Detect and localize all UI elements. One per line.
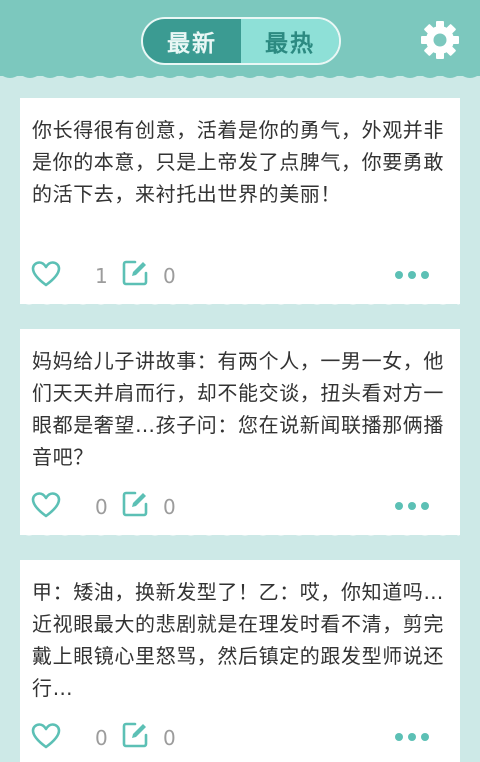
post-actions: 0 0: [20, 720, 460, 756]
top-bar: 最新 最热: [0, 0, 480, 76]
comment-count: 0: [163, 264, 176, 288]
tab-newest[interactable]: 最新: [143, 19, 241, 63]
post-actions: 1 0: [20, 258, 460, 294]
post-text: 妈妈给儿子讲故事：有两个人，一男一女，他们天天并肩而行，却不能交谈，扭头看对方一…: [32, 349, 444, 469]
comment-edit-icon[interactable]: [121, 490, 149, 518]
post-actions: 0 0: [20, 489, 460, 525]
comment-edit-icon[interactable]: [121, 721, 149, 749]
post-card[interactable]: 甲：矮油，换新发型了！乙：哎，你知道吗…近视眼最大的悲剧就是在理发时看不清，剪完…: [20, 560, 460, 762]
card-wave-edge: [20, 298, 460, 305]
post-card[interactable]: 妈妈给儿子讲故事：有两个人，一男一女，他们天天并肩而行，却不能交谈，扭头看对方一…: [20, 329, 460, 536]
comment-count: 0: [163, 726, 176, 750]
comment-edit-icon[interactable]: [121, 259, 149, 287]
more-options-icon[interactable]: [394, 501, 430, 511]
heart-icon[interactable]: [31, 722, 61, 750]
more-options-icon[interactable]: [394, 732, 430, 742]
tab-switcher: 最新 最热: [141, 17, 341, 65]
like-count: 0: [95, 495, 108, 519]
like-count: 0: [95, 726, 108, 750]
comment-count: 0: [163, 495, 176, 519]
heart-icon[interactable]: [31, 260, 61, 288]
tab-hottest[interactable]: 最热: [241, 19, 339, 63]
post-text: 甲：矮油，换新发型了！乙：哎，你知道吗…近视眼最大的悲剧就是在理发时看不清，剪完…: [32, 580, 444, 700]
like-count: 1: [95, 264, 108, 288]
heart-icon[interactable]: [31, 491, 61, 519]
post-text: 你长得很有创意，活着是你的勇气，外观并非是你的本意，只是上帝发了点脾气，你要勇敢…: [32, 118, 444, 206]
card-wave-edge: [20, 529, 460, 536]
more-options-icon[interactable]: [394, 270, 430, 280]
post-card[interactable]: 你长得很有创意，活着是你的勇气，外观并非是你的本意，只是上帝发了点脾气，你要勇敢…: [20, 98, 460, 305]
header-wave-edge: [0, 70, 480, 78]
gear-icon[interactable]: [418, 18, 462, 62]
